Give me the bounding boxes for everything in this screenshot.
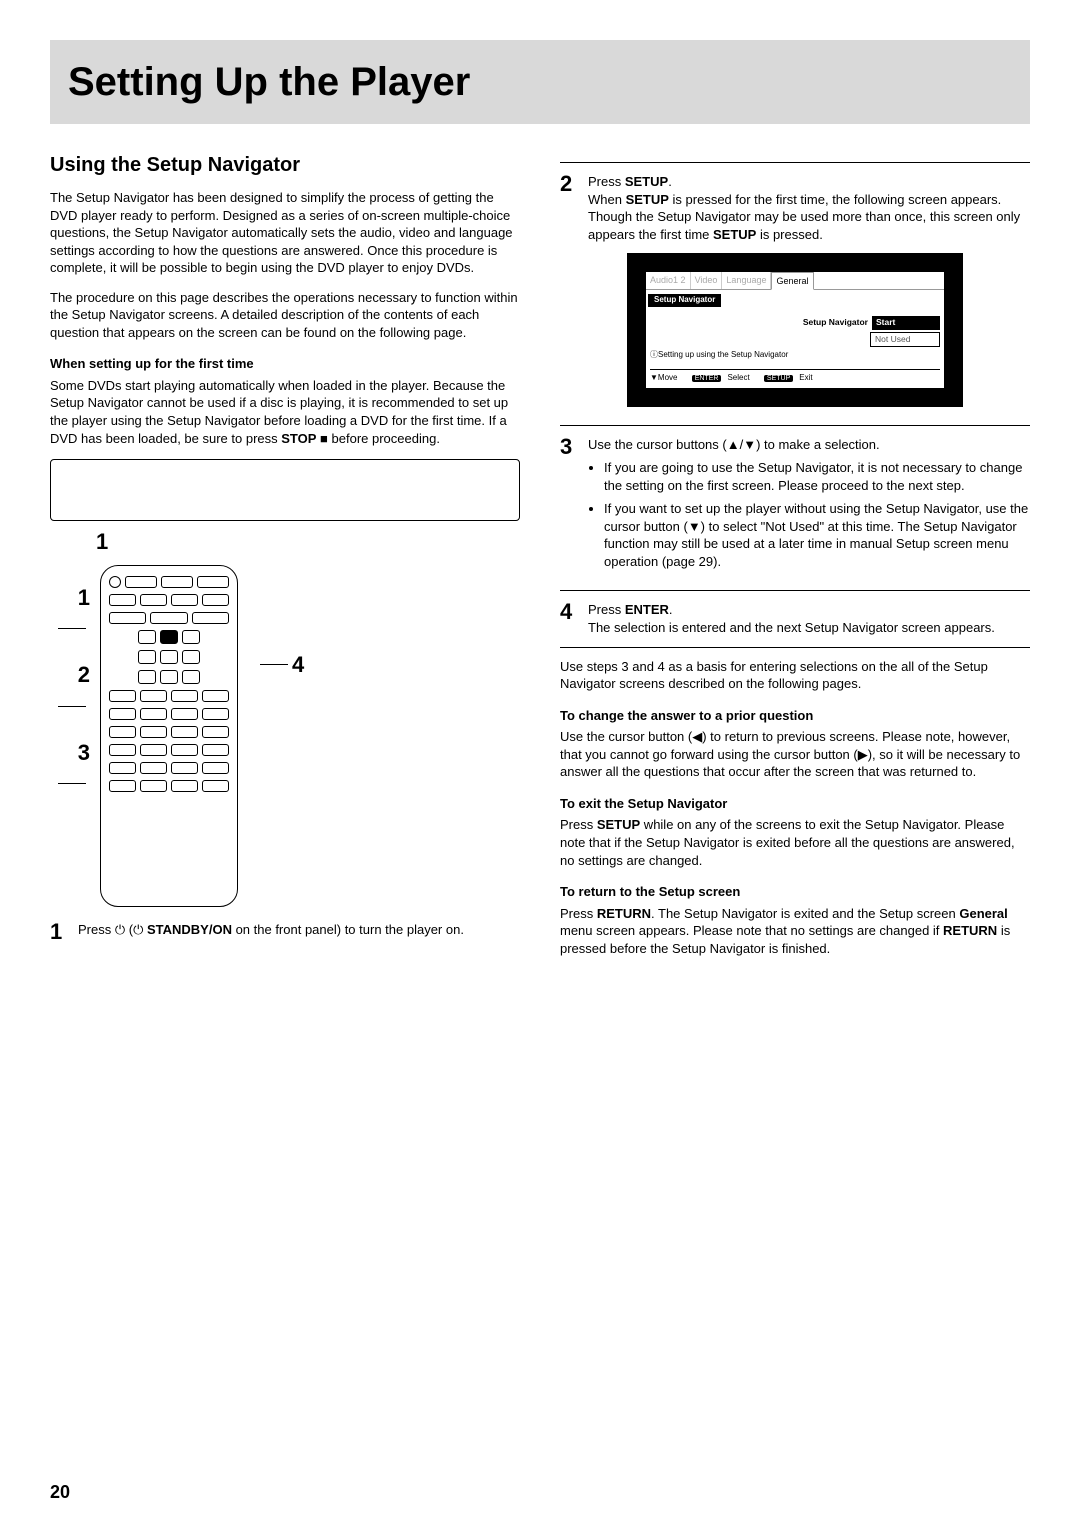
osd-footer: ▼Move ENTERSelect SETUPExit	[650, 369, 940, 388]
osd-screenshot: Audio1 2 Video Language General Setup Na…	[627, 253, 963, 406]
after-steps-paragraph: Use steps 3 and 4 as a basis for enterin…	[560, 658, 1030, 693]
page-number: 20	[50, 1480, 70, 1504]
step-2-lead: Press SETUP.	[588, 173, 1030, 191]
step-3-bullet-2: If you want to set up the player without…	[604, 500, 1030, 570]
osd-tab-general: General	[771, 272, 813, 290]
exit-body: Press SETUP while on any of the screens …	[560, 816, 1030, 869]
step-3-bullet-1: If you are going to use the Setup Naviga…	[604, 459, 1030, 494]
step-1-text: Press ⏻ (⏻ STANDBY/ON on the front panel…	[78, 921, 520, 943]
exit-heading: To exit the Setup Navigator	[560, 795, 1030, 813]
step-3-number: 3	[560, 436, 578, 581]
left-column: Using the Setup Navigator The Setup Navi…	[50, 152, 520, 969]
remote-callout-4: 4	[256, 650, 304, 680]
osd-tabs: Audio1 2 Video Language General	[646, 272, 944, 290]
remote-callout-3: 3	[78, 740, 90, 765]
right-column: 2 Press SETUP. When SETUP is pressed for…	[560, 152, 1030, 969]
step-3-lead: Use the cursor buttons (▲/▼) to make a s…	[588, 436, 1030, 454]
player-diagram: 1	[50, 459, 520, 557]
osd-tab-language: Language	[722, 272, 771, 289]
remote-diagram: 1 2 3 4	[50, 565, 520, 907]
remote-outline	[100, 565, 238, 907]
return-heading: To return to the Setup screen	[560, 883, 1030, 901]
step-4-body: The selection is entered and the next Se…	[588, 619, 1030, 637]
osd-tab-audio: Audio1 2	[646, 272, 691, 289]
player-callout-1: 1	[96, 527, 520, 557]
change-answer-heading: To change the answer to a prior question	[560, 707, 1030, 725]
step-4-number: 4	[560, 601, 578, 636]
osd-option-label: Setup Navigator	[650, 317, 872, 328]
two-column-layout: Using the Setup Navigator The Setup Navi…	[50, 152, 1030, 969]
return-body: Press RETURN. The Setup Navigator is exi…	[560, 905, 1030, 958]
osd-hint: ⓘSetting up using the Setup Navigator	[646, 348, 944, 365]
remote-callout-2: 2	[78, 662, 90, 687]
osd-option-notused: Not Used	[870, 332, 940, 347]
step-2-body: When SETUP is pressed for the first time…	[588, 191, 1030, 244]
step-2-number: 2	[560, 173, 578, 243]
osd-breadcrumb: Setup Navigator	[648, 294, 721, 307]
first-time-body: Some DVDs start playing automatically wh…	[50, 377, 520, 447]
intro-paragraph-1: The Setup Navigator has been designed to…	[50, 189, 520, 277]
remote-callout-1: 1	[78, 585, 90, 610]
chapter-title: Setting Up the Player	[50, 40, 1030, 124]
osd-tab-video: Video	[691, 272, 723, 289]
step-1-number: 1	[50, 921, 68, 943]
osd-option-start: Start	[872, 316, 940, 329]
section-heading: Using the Setup Navigator	[50, 152, 520, 179]
step-4-lead: Press ENTER.	[588, 601, 1030, 619]
intro-paragraph-2: The procedure on this page describes the…	[50, 289, 520, 342]
change-answer-body: Use the cursor button (◀) to return to p…	[560, 728, 1030, 781]
first-time-heading: When setting up for the first time	[50, 355, 520, 373]
